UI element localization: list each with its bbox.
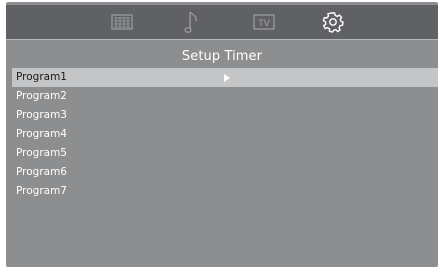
tv-icon-label: TV <box>257 19 270 29</box>
list-item-program1[interactable]: Program1 <box>12 68 438 87</box>
program-list: Program1 Program2 Program3 Program4 Prog… <box>12 68 438 201</box>
tab-setup[interactable] <box>317 8 349 36</box>
list-item-label: Program2 <box>16 90 67 102</box>
list-item-program2[interactable]: Program2 <box>12 87 438 106</box>
tv-icon: TV <box>253 14 275 30</box>
gear-icon <box>322 12 344 33</box>
list-item-program5[interactable]: Program5 <box>12 144 438 163</box>
list-item-label: Program3 <box>16 109 67 121</box>
list-item-label: Program5 <box>16 147 67 159</box>
list-item-label: Program6 <box>16 166 67 178</box>
page-title: Setup Timer <box>181 49 263 64</box>
list-item-program4[interactable]: Program4 <box>12 125 438 144</box>
tab-tv[interactable]: TV <box>248 8 280 36</box>
list-item-label: Program1 <box>16 71 67 83</box>
list-item-program6[interactable]: Program6 <box>12 163 438 182</box>
music-note-icon <box>184 11 197 33</box>
picture-grid-icon <box>111 14 133 30</box>
menu-tab-bar: TV <box>6 5 438 39</box>
tab-sound[interactable] <box>176 8 208 36</box>
list-item-label: Program4 <box>16 128 67 140</box>
tv-menu-screen: TV Setup Timer Program1 Program2 Program… <box>6 2 438 267</box>
tab-picture[interactable] <box>106 8 138 36</box>
header-divider <box>6 39 438 40</box>
list-item-label: Program7 <box>16 185 67 197</box>
play-arrow-icon <box>224 74 230 82</box>
list-item-program7[interactable]: Program7 <box>12 182 438 201</box>
list-item-program3[interactable]: Program3 <box>12 106 438 125</box>
